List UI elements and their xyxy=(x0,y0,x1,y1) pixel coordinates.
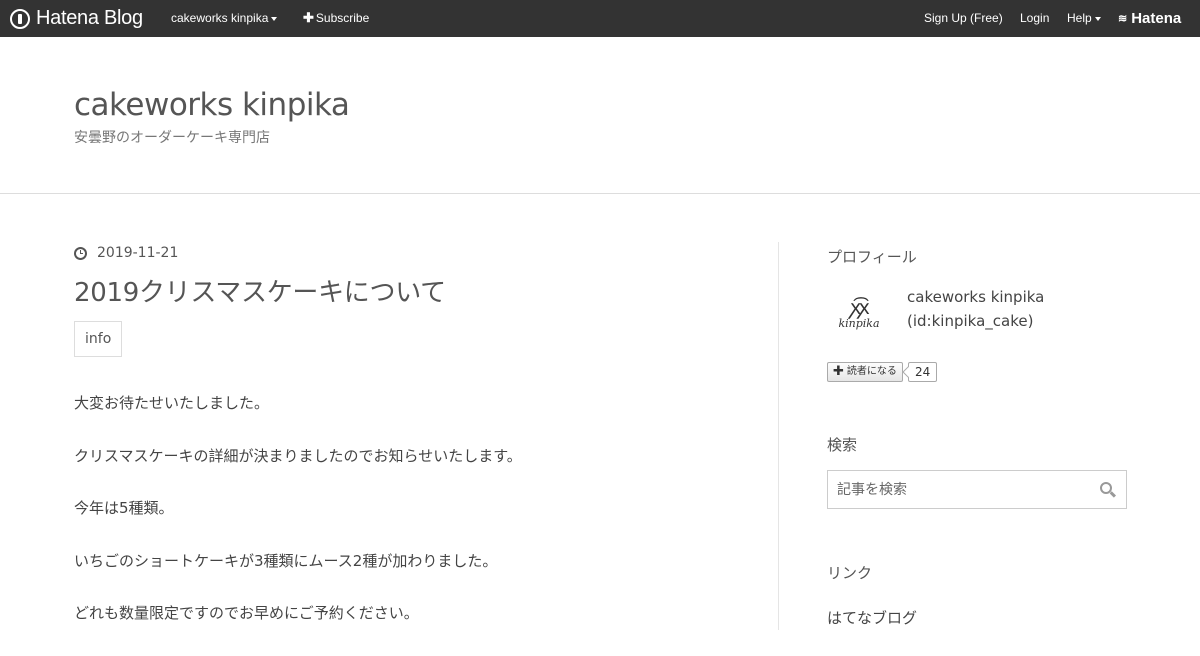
reader-subscribe-button[interactable]: ✚ 読者になる xyxy=(827,362,903,382)
blog-menu-label: cakeworks kinpika xyxy=(171,11,269,25)
link-heading: リンク xyxy=(827,564,873,582)
profile-id[interactable]: (id:kinpika_cake) xyxy=(907,309,1044,333)
entry-content: 大変お待たせいたしました。 クリスマスケーキの詳細が決まりましたのでお知らせいた… xyxy=(74,393,754,656)
profile-avatar[interactable]: ꭗ͡ꭗ kinpika xyxy=(827,287,891,339)
caret-down-icon xyxy=(271,16,278,21)
hatena-blog-logo-text: Hatena Blog xyxy=(36,7,143,29)
hatena-brand-icon: ≋ xyxy=(1118,13,1128,25)
kinpika-logo-mark-icon: ꭗ͡ꭗ xyxy=(850,294,869,319)
profile-name-block: cakeworks kinpika (id:kinpika_cake) xyxy=(907,285,1044,333)
reader-subscribe-label: 読者になる xyxy=(846,366,897,377)
blog-menu-dropdown[interactable]: cakeworks kinpika xyxy=(171,0,278,37)
search-input[interactable] xyxy=(828,471,1088,508)
hatena-blog-logo-icon xyxy=(10,8,30,29)
hatena-brand-link[interactable]: ≋ Hatena xyxy=(1118,0,1181,37)
caret-down-icon xyxy=(1094,16,1101,21)
login-link[interactable]: Login xyxy=(1020,0,1049,37)
entry-paragraph: いちごのショートケーキが3種類にムース2種が加わりました。 xyxy=(74,551,498,570)
entry-paragraph: 今年は5種類。 xyxy=(74,499,174,517)
subscribe-link[interactable]: ✚ Subscribe xyxy=(303,0,369,37)
signup-link[interactable]: Sign Up (Free) xyxy=(924,0,1003,37)
help-dropdown[interactable]: Help xyxy=(1067,0,1101,37)
entry-paragraph: 大変お待たせいたしました。 xyxy=(74,394,270,412)
search-icon[interactable] xyxy=(1100,482,1112,494)
entry-date-text: 2019-11-21 xyxy=(97,245,179,261)
help-label: Help xyxy=(1067,11,1092,25)
entry-paragraph: クリスマスケーキの詳細が決まりましたのでお知らせいたします。 xyxy=(74,446,522,465)
hatena-brand-text: Hatena xyxy=(1131,10,1182,27)
global-header: Hatena Blog cakeworks kinpika ✚ Subscribe… xyxy=(0,0,1200,37)
blog-description: 安曇野のオーダーケーキ専門店 xyxy=(74,130,270,146)
subscriber-count[interactable]: 24 xyxy=(908,362,938,382)
blog-title[interactable]: cakeworks kinpika xyxy=(74,87,350,123)
link-hatena-blog[interactable]: はてなブログ xyxy=(827,607,917,628)
profile-heading: プロフィール xyxy=(827,248,917,266)
subscribe-label: Subscribe xyxy=(315,11,370,25)
plus-icon: ✚ xyxy=(833,364,844,379)
plus-icon: ✚ xyxy=(303,10,314,25)
profile-avatar-text: kinpika xyxy=(838,316,880,330)
search-form xyxy=(827,470,1127,509)
blog-header: cakeworks kinpika 安曇野のオーダーケーキ専門店 xyxy=(0,37,1200,194)
clock-icon xyxy=(74,246,87,260)
content-sidebar-divider xyxy=(778,242,779,630)
hatena-blog-logo[interactable]: Hatena Blog xyxy=(10,0,143,37)
entry-paragraph: どれも数量限定ですのでお早めにご予約ください。 xyxy=(74,604,419,622)
category-tag[interactable]: info xyxy=(74,321,123,357)
profile-name[interactable]: cakeworks kinpika xyxy=(907,285,1044,309)
search-heading: 検索 xyxy=(827,436,858,454)
entry-date[interactable]: 2019-11-21 xyxy=(74,245,178,261)
entry-title[interactable]: 2019クリスマスケーキについて xyxy=(74,272,446,309)
